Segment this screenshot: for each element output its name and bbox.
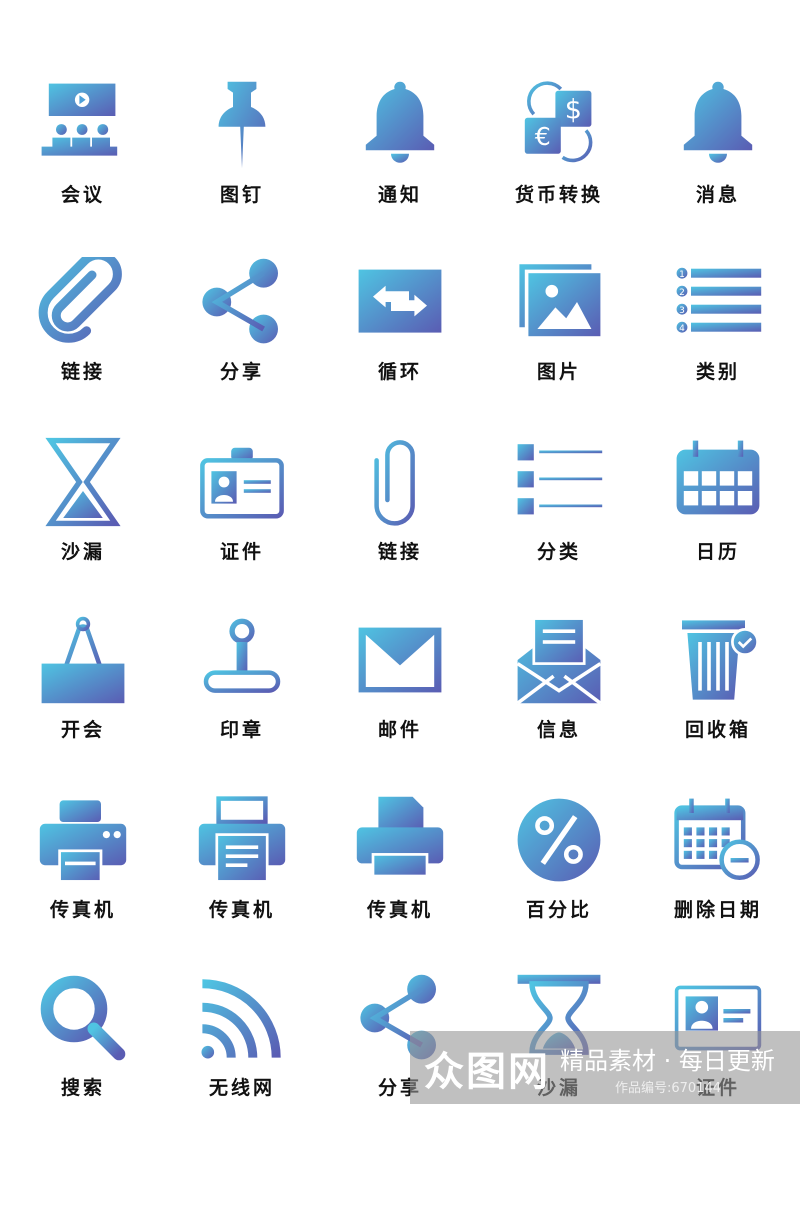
icon-label: 循环 xyxy=(377,361,422,383)
icon-label: 无线网 xyxy=(208,1077,275,1099)
icon-cell: 分类 xyxy=(479,437,639,617)
icon-label: 传真机 xyxy=(208,899,275,921)
icon-cell: 证件 xyxy=(162,437,322,617)
icon-label: 回收箱 xyxy=(684,719,751,741)
icon-cell: 循环 xyxy=(320,257,480,437)
icon-cell: 1 2 3 4 类别 xyxy=(638,257,798,437)
icon-cell: 链接 xyxy=(3,257,163,437)
icon-label: 通知 xyxy=(377,184,422,206)
watermark-logo: 众图网 xyxy=(424,1049,550,1095)
icon-label: 会议 xyxy=(60,184,105,206)
icon-cell: 链接 xyxy=(320,437,480,617)
image-icon xyxy=(519,264,601,337)
icon-cell: 百分比 xyxy=(479,795,639,975)
icon-label: 沙漏 xyxy=(60,541,105,563)
icon-cell: 搜索 xyxy=(3,973,163,1153)
icon-cell: 会议 xyxy=(3,80,163,260)
icon-label: 百分比 xyxy=(525,899,592,921)
envelope-icon xyxy=(358,627,442,693)
share-icon xyxy=(202,258,278,344)
bell-icon xyxy=(683,81,753,163)
icon-cell: 信息 xyxy=(479,615,639,795)
numbered-list-icon: 1 2 3 4 xyxy=(676,267,762,334)
icon-cell: 回收箱 xyxy=(638,615,798,795)
binder-clip-icon xyxy=(41,616,125,704)
icon-label: 删除日期 xyxy=(673,899,762,921)
svg-text:2: 2 xyxy=(679,288,685,298)
percent-icon xyxy=(517,798,601,882)
icon-cell: 印章 xyxy=(162,615,322,795)
icon-label: 信息 xyxy=(536,719,581,741)
icon-cell: 图片 xyxy=(479,257,639,437)
icon-label: 货币转换 xyxy=(514,184,603,206)
icon-cell: 图钉 xyxy=(162,80,322,260)
pushpin-icon xyxy=(218,81,266,169)
icon-cell: 开会 xyxy=(3,615,163,795)
icon-label: 传真机 xyxy=(49,899,116,921)
hourglass-outline-icon xyxy=(45,437,121,527)
id-badge-icon xyxy=(200,447,284,519)
svg-text:3: 3 xyxy=(679,306,685,316)
icon-cell: 传真机 xyxy=(162,795,322,975)
icon-cell: 日历 xyxy=(638,437,798,617)
icon-label: 图片 xyxy=(536,361,581,383)
icon-cell: 通知 xyxy=(320,80,480,260)
watermark-code: 作品编号:670144 xyxy=(615,1081,722,1096)
icon-cell: 分享 xyxy=(162,257,322,437)
currency-exchange-icon: $€ xyxy=(524,81,593,163)
paperclip-icon xyxy=(374,440,415,526)
icon-cell: $ € 货币转换 xyxy=(479,80,639,260)
icon-label: 证件 xyxy=(219,541,264,563)
printer-icon xyxy=(198,796,286,883)
icon-label: 链接 xyxy=(377,541,422,563)
calendar-remove-icon xyxy=(674,798,760,881)
icon-label: 印章 xyxy=(219,719,264,741)
icon-cell: 邮件 xyxy=(320,615,480,795)
printer-document-icon xyxy=(356,796,444,878)
watermark-slogan: 精品素材 · 每日更新 xyxy=(560,1047,775,1075)
open-envelope-icon xyxy=(516,617,602,705)
wifi-signal-icon xyxy=(201,979,281,1059)
svg-text:$: $ xyxy=(565,95,582,126)
icon-cell: 消息 xyxy=(638,80,798,260)
icon-label: 分类 xyxy=(536,541,581,563)
watermark: 众图网 精品素材 · 每日更新 作品编号:670144 xyxy=(410,1031,800,1104)
icon-cell: 沙漏 xyxy=(3,437,163,617)
icon-label: 搜索 xyxy=(60,1077,105,1099)
svg-text:1: 1 xyxy=(679,270,685,280)
list-icon xyxy=(517,444,603,515)
swap-arrows-icon xyxy=(358,269,442,333)
link-icon xyxy=(38,257,122,343)
icon-label: 链接 xyxy=(60,361,105,383)
icon-label: 图钉 xyxy=(219,184,264,206)
icon-cell: 传真机 xyxy=(3,795,163,975)
trash-check-icon xyxy=(682,620,759,700)
calendar-icon xyxy=(676,440,760,515)
icon-label: 日历 xyxy=(695,541,740,563)
meeting-icon xyxy=(41,83,118,156)
bell-icon xyxy=(365,81,435,163)
svg-text:€: € xyxy=(535,122,551,151)
icon-label: 开会 xyxy=(60,719,105,741)
stamp-icon xyxy=(203,618,281,693)
icon-label: 分享 xyxy=(219,361,264,383)
icon-cell: 无线网 xyxy=(162,973,322,1153)
search-icon xyxy=(40,975,126,1061)
icon-cell: 传真机 xyxy=(320,795,480,975)
svg-text:4: 4 xyxy=(679,324,685,334)
icon-label: 消息 xyxy=(695,184,740,206)
icon-label: 传真机 xyxy=(366,899,433,921)
icon-label: 类别 xyxy=(695,361,740,383)
fax-icon xyxy=(39,800,127,883)
icon-label: 邮件 xyxy=(377,719,422,741)
icon-cell: 删除日期 xyxy=(638,795,798,975)
